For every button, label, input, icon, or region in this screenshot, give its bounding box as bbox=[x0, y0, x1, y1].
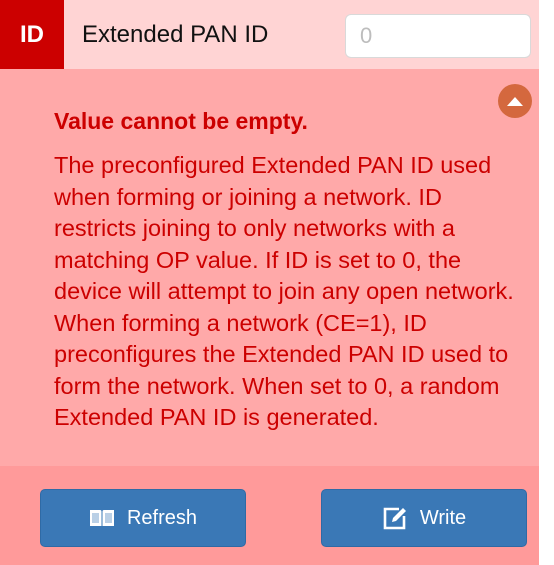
refresh-button[interactable]: Refresh bbox=[40, 489, 246, 547]
description-paragraph: When forming a network (CE=1), ID precon… bbox=[54, 309, 509, 431]
chevron-up-circle-icon bbox=[507, 97, 523, 106]
parameter-panel: ID Extended PAN ID Value cannot be empty… bbox=[0, 0, 539, 565]
write-button[interactable]: Write bbox=[321, 489, 527, 547]
description-paragraph: The preconfigured Extended PAN ID used w… bbox=[54, 152, 514, 304]
book-icon bbox=[89, 510, 114, 526]
parameter-header: ID Extended PAN ID bbox=[0, 0, 539, 69]
parameter-value-input[interactable] bbox=[345, 14, 531, 58]
edit-icon bbox=[383, 507, 406, 530]
parameter-id-badge: ID bbox=[0, 0, 64, 69]
error-message: Value cannot be empty. bbox=[54, 108, 308, 134]
refresh-button-label: Refresh bbox=[126, 506, 198, 529]
write-button-label: Write bbox=[419, 506, 467, 529]
collapse-button[interactable] bbox=[498, 84, 532, 118]
parameter-name: Extended PAN ID bbox=[82, 21, 269, 48]
parameter-description: The preconfigured Extended PAN ID used w… bbox=[54, 150, 524, 434]
